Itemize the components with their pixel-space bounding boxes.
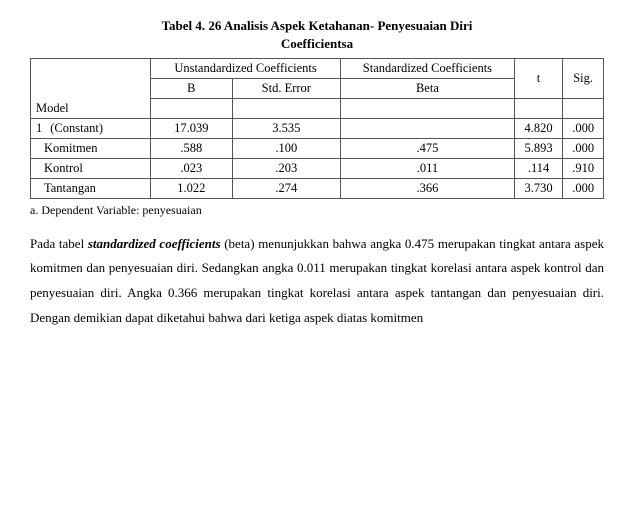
- para-italic: standardized coefficients: [88, 236, 221, 251]
- table-row: 1 (Constant) 17.0393.535 4.820.000: [31, 118, 604, 138]
- std-error-cell: .203: [232, 158, 340, 178]
- sig-cell: .910: [563, 158, 604, 178]
- table-title: Tabel 4. 26 Analisis Aspek Ketahanan- Pe…: [30, 18, 604, 34]
- t-cell: 3.730: [514, 178, 562, 198]
- model-item-label: Komitmen: [44, 141, 97, 155]
- beta-cell: .366: [341, 178, 515, 198]
- sig-header: Sig.: [563, 59, 604, 99]
- b-cell: 17.039: [151, 118, 233, 138]
- table-row: Tantangan 1.022.274.3663.730.000: [31, 178, 604, 198]
- table-row: Komitmen .588.100.4755.893.000: [31, 138, 604, 158]
- beta-subheader: Beta: [341, 79, 515, 99]
- t-header: t: [514, 59, 562, 99]
- t-cell: 4.820: [514, 118, 562, 138]
- beta-cell: [341, 118, 515, 138]
- model-item-label: Tantangan: [44, 181, 96, 195]
- sig-cell: .000: [563, 118, 604, 138]
- beta-cell: .475: [341, 138, 515, 158]
- sig-cell: .000: [563, 138, 604, 158]
- coefficients-table: Unstandardized Coefficients Standardized…: [30, 58, 604, 199]
- b-cell: 1.022: [151, 178, 233, 198]
- std-error-cell: 3.535: [232, 118, 340, 138]
- b-cell: .588: [151, 138, 233, 158]
- sig-cell: .000: [563, 178, 604, 198]
- table-subtitle: Coefficientsa: [30, 36, 604, 52]
- unstandardized-header: Unstandardized Coefficients: [151, 59, 341, 79]
- para-before-italic: Pada tabel: [30, 236, 88, 251]
- body-paragraph: Pada tabel standardized coefficients (be…: [30, 232, 604, 331]
- std-error-subheader: Std. Error: [232, 79, 340, 99]
- table-row: Kontrol .023.203.011.114.910: [31, 158, 604, 178]
- t-cell: .114: [514, 158, 562, 178]
- beta-cell: .011: [341, 158, 515, 178]
- model-item-label: Kontrol: [44, 161, 83, 175]
- table-note: a. Dependent Variable: penyesuaian: [30, 203, 604, 218]
- b-subheader: B: [151, 79, 233, 99]
- std-error-cell: .274: [232, 178, 340, 198]
- t-cell: 5.893: [514, 138, 562, 158]
- std-error-cell: .100: [232, 138, 340, 158]
- model-label: Model: [31, 99, 151, 119]
- b-cell: .023: [151, 158, 233, 178]
- model-number: 1: [36, 121, 42, 135]
- standardized-header: Standardized Coefficients: [341, 59, 515, 79]
- model-item-label: (Constant): [50, 121, 103, 135]
